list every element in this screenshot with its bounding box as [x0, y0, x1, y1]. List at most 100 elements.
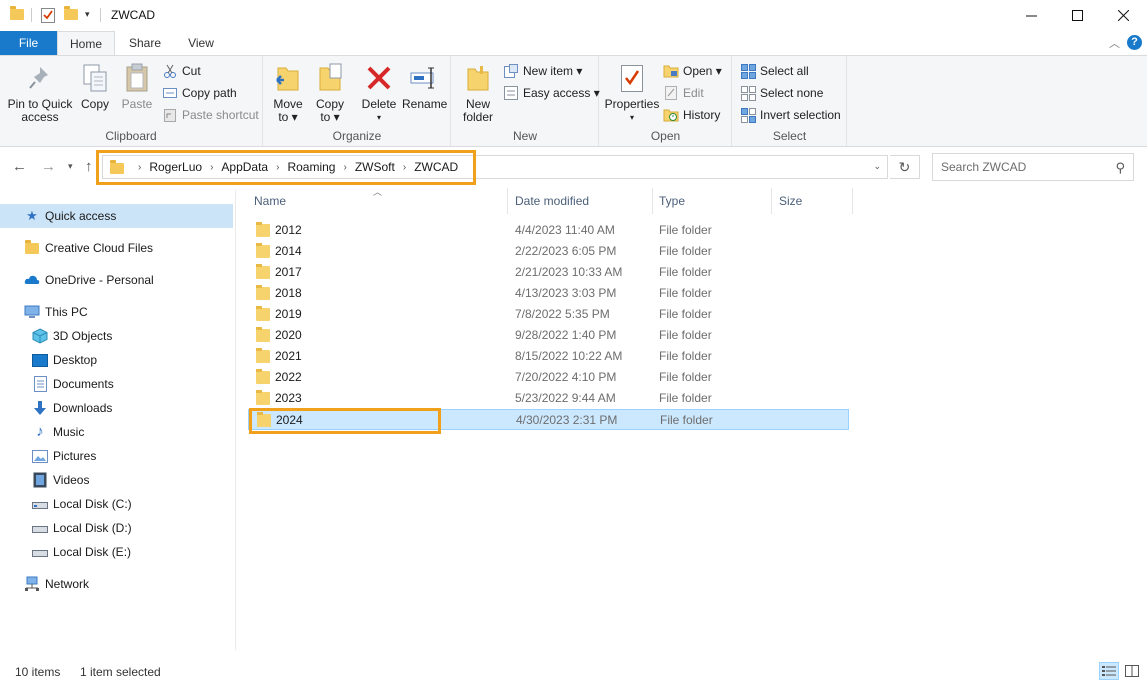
file-type: File folder	[659, 391, 712, 405]
organize-group: Move to ▾ Copy to ▾ Delete ▾ Rename Orga…	[264, 56, 451, 146]
sidebar-item-label: This PC	[45, 305, 88, 319]
delete-button[interactable]: Delete ▾	[360, 62, 398, 124]
table-row[interactable]: 2014 2/22/2023 6:05 PM File folder	[248, 241, 849, 262]
search-input[interactable]	[933, 154, 1103, 180]
file-date: 5/23/2022 9:44 AM	[515, 391, 616, 405]
sidebar-item-creative-cloud[interactable]: Creative Cloud Files	[24, 236, 153, 260]
open-button[interactable]: Open ▾	[663, 61, 722, 81]
file-name: 2020	[275, 328, 302, 342]
cut-button[interactable]: Cut	[162, 61, 201, 81]
tab-share[interactable]: Share	[122, 31, 168, 55]
customize-qa-icon[interactable]: ▾	[85, 9, 90, 20]
sidebar-item-pictures[interactable]: Pictures	[32, 444, 96, 468]
table-row[interactable]: 2018 4/13/2023 3:03 PM File folder	[248, 283, 849, 304]
file-type: File folder	[659, 307, 712, 321]
sidebar-item-quick-access[interactable]: ★ Quick access	[0, 204, 233, 228]
file-name: 2017	[275, 265, 302, 279]
table-row[interactable]: 2022 7/20/2022 4:10 PM File folder	[248, 367, 849, 388]
select-none-button[interactable]: Select none	[740, 83, 823, 103]
separator	[31, 8, 32, 22]
open-label: Open ▾	[683, 64, 722, 78]
history-button[interactable]: History	[663, 105, 720, 125]
sidebar-item-label: Network	[45, 577, 90, 591]
star-icon: ★	[26, 208, 38, 223]
table-row[interactable]: 2020 9/28/2022 1:40 PM File folder	[248, 325, 849, 346]
rename-button[interactable]: Rename	[402, 62, 448, 111]
maximize-button[interactable]	[1054, 0, 1100, 31]
sidebar-item-videos[interactable]: Videos	[32, 468, 89, 492]
tab-view[interactable]: View	[180, 31, 222, 55]
new-item-icon	[503, 63, 519, 79]
tab-file[interactable]: File	[0, 31, 57, 55]
new-folder-qa-icon[interactable]	[64, 6, 78, 20]
copy-button[interactable]: Copy	[76, 62, 114, 111]
file-name: 2023	[275, 391, 302, 405]
sidebar-item-3d-objects[interactable]: 3D Objects	[32, 324, 112, 348]
new-folder-button[interactable]: New folder	[458, 62, 498, 124]
forward-button[interactable]: →	[41, 158, 56, 175]
table-row[interactable]: 2017 2/21/2023 10:33 AM File folder	[248, 262, 849, 283]
collapse-ribbon-icon[interactable]: ︿	[1109, 35, 1120, 51]
file-name: 2022	[275, 370, 302, 384]
pin-to-quick-access-button[interactable]: Pin to Quick access	[6, 62, 74, 124]
large-icons-view-button[interactable]	[1122, 662, 1142, 680]
sidebar-item-onedrive[interactable]: OneDrive - Personal	[24, 268, 154, 292]
refresh-icon: ↻	[898, 158, 911, 175]
properties-qa-icon[interactable]	[41, 7, 55, 26]
minimize-button[interactable]	[1008, 0, 1054, 31]
easy-access-button[interactable]: Easy access ▾	[503, 83, 600, 103]
recent-locations-button[interactable]: ▾	[68, 161, 73, 172]
select-all-button[interactable]: Select all	[740, 61, 809, 81]
invert-selection-label: Invert selection	[760, 108, 841, 122]
help-icon[interactable]: ?	[1127, 35, 1142, 50]
refresh-button[interactable]: ↻	[890, 155, 920, 179]
search-box[interactable]: ⚲	[932, 153, 1134, 181]
column-header-type[interactable]: Type	[653, 188, 772, 214]
move-to-button[interactable]: Move to ▾	[270, 62, 306, 124]
file-type: File folder	[659, 349, 712, 363]
sidebar-item-this-pc[interactable]: This PC	[24, 300, 88, 324]
file-name: 2019	[275, 307, 302, 321]
column-header-date[interactable]: Date modified	[509, 188, 653, 214]
sidebar-item-network[interactable]: Network	[24, 572, 89, 596]
column-header-size[interactable]: Size	[773, 188, 853, 214]
sidebar-item-disk-d[interactable]: Local Disk (D:)	[32, 516, 132, 540]
sidebar-item-label: Local Disk (D:)	[53, 521, 132, 535]
drive-icon	[32, 544, 48, 560]
details-view-button[interactable]	[1099, 662, 1119, 680]
sidebar-item-documents[interactable]: Documents	[32, 372, 114, 396]
table-row[interactable]: 2021 8/15/2022 10:22 AM File folder	[248, 346, 849, 367]
tab-home[interactable]: Home	[57, 31, 115, 55]
close-button[interactable]	[1100, 0, 1146, 31]
sidebar-item-desktop[interactable]: Desktop	[32, 348, 97, 372]
rename-label: Rename	[402, 97, 448, 111]
sidebar-item-music[interactable]: ♪ Music	[32, 420, 84, 444]
table-row[interactable]: 2023 5/23/2022 9:44 AM File folder	[248, 388, 849, 409]
new-item-button[interactable]: New item ▾	[503, 61, 582, 81]
sidebar-item-disk-e[interactable]: Local Disk (E:)	[32, 540, 131, 564]
copy-to-button[interactable]: Copy to ▾	[312, 62, 348, 124]
sidebar-item-downloads[interactable]: Downloads	[32, 396, 112, 420]
edit-button[interactable]: Edit	[663, 83, 704, 103]
properties-button[interactable]: Properties ▾	[604, 62, 660, 124]
table-row[interactable]: 2012 4/4/2023 11:40 AM File folder	[248, 220, 849, 241]
table-row[interactable]: 2019 7/8/2022 5:35 PM File folder	[248, 304, 849, 325]
status-bar: 10 items 1 item selected	[0, 660, 1147, 684]
copy-path-button[interactable]: Copy path	[162, 83, 237, 103]
back-button[interactable]: ←	[12, 158, 27, 175]
address-dropdown-icon[interactable]: ⌄	[873, 161, 881, 172]
paste-button[interactable]: Paste	[117, 62, 157, 111]
sidebar-item-label: Desktop	[53, 353, 98, 367]
drive-icon	[32, 496, 48, 512]
sidebar-item-label: Creative Cloud Files	[45, 241, 154, 255]
folder-icon	[256, 264, 270, 279]
file-date: 4/30/2023 2:31 PM	[516, 413, 618, 427]
paste-shortcut-label: Paste shortcut	[182, 108, 259, 122]
paste-shortcut-button[interactable]: Paste shortcut	[162, 105, 259, 125]
column-header-name[interactable]: Name	[248, 188, 508, 214]
history-icon	[663, 107, 679, 123]
delete-label: Delete	[361, 97, 397, 111]
invert-selection-button[interactable]: Invert selection	[740, 105, 841, 125]
up-button[interactable]: ↑	[85, 158, 93, 175]
sidebar-item-disk-c[interactable]: Local Disk (C:)	[32, 492, 132, 516]
